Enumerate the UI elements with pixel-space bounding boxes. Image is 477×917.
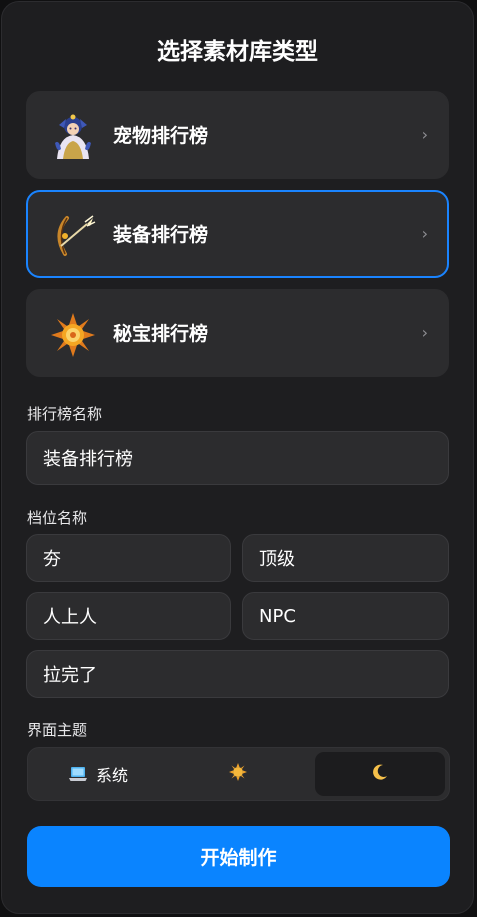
ranking-name-label: 排行榜名称	[27, 405, 103, 423]
sun-icon	[228, 762, 248, 786]
library-option-treasure-ranking[interactable]: 秘宝排行榜 ›	[26, 289, 449, 377]
bow-weapon-icon	[57, 215, 96, 256]
theme-label: 界面主题	[27, 721, 88, 739]
option-label: 装备排行榜	[113, 224, 209, 246]
library-option-equipment-ranking[interactable]: 装备排行榜 ›	[26, 190, 449, 278]
theme-option-dark[interactable]	[315, 752, 445, 796]
chevron-right-icon: ›	[421, 224, 428, 243]
pet-character-icon	[55, 114, 91, 159]
tier-input-3[interactable]	[26, 592, 231, 640]
sun-treasure-icon	[51, 313, 95, 357]
page-title: 选择素材库类型	[157, 39, 318, 65]
chevron-right-icon: ›	[421, 125, 428, 144]
library-option-pet-ranking[interactable]: 宠物排行榜 ›	[26, 91, 449, 179]
tier-input-2[interactable]	[242, 534, 449, 582]
theme-option-light[interactable]	[173, 752, 303, 796]
tier-input-4[interactable]	[242, 592, 449, 640]
theme-option-system[interactable]: 系统	[33, 752, 163, 796]
theme-option-label: 系统	[95, 766, 128, 785]
chevron-right-icon: ›	[421, 323, 428, 342]
tier-input-1[interactable]	[26, 534, 231, 582]
moon-icon	[371, 763, 389, 785]
ranking-name-input[interactable]	[26, 431, 449, 485]
theme-segmented-control: 系统	[27, 747, 450, 801]
tier-input-5[interactable]	[26, 650, 449, 698]
start-create-button[interactable]: 开始制作	[27, 826, 450, 887]
option-label: 秘宝排行榜	[113, 323, 209, 345]
library-type-dialog: 选择素材库类型 宠物排行榜 › 装备排行榜 › 秘宝排行榜 › 排行榜名称 装备…	[1, 1, 474, 914]
laptop-icon	[68, 766, 88, 782]
tier-names-label: 档位名称	[27, 509, 88, 527]
option-label: 宠物排行榜	[113, 125, 209, 147]
